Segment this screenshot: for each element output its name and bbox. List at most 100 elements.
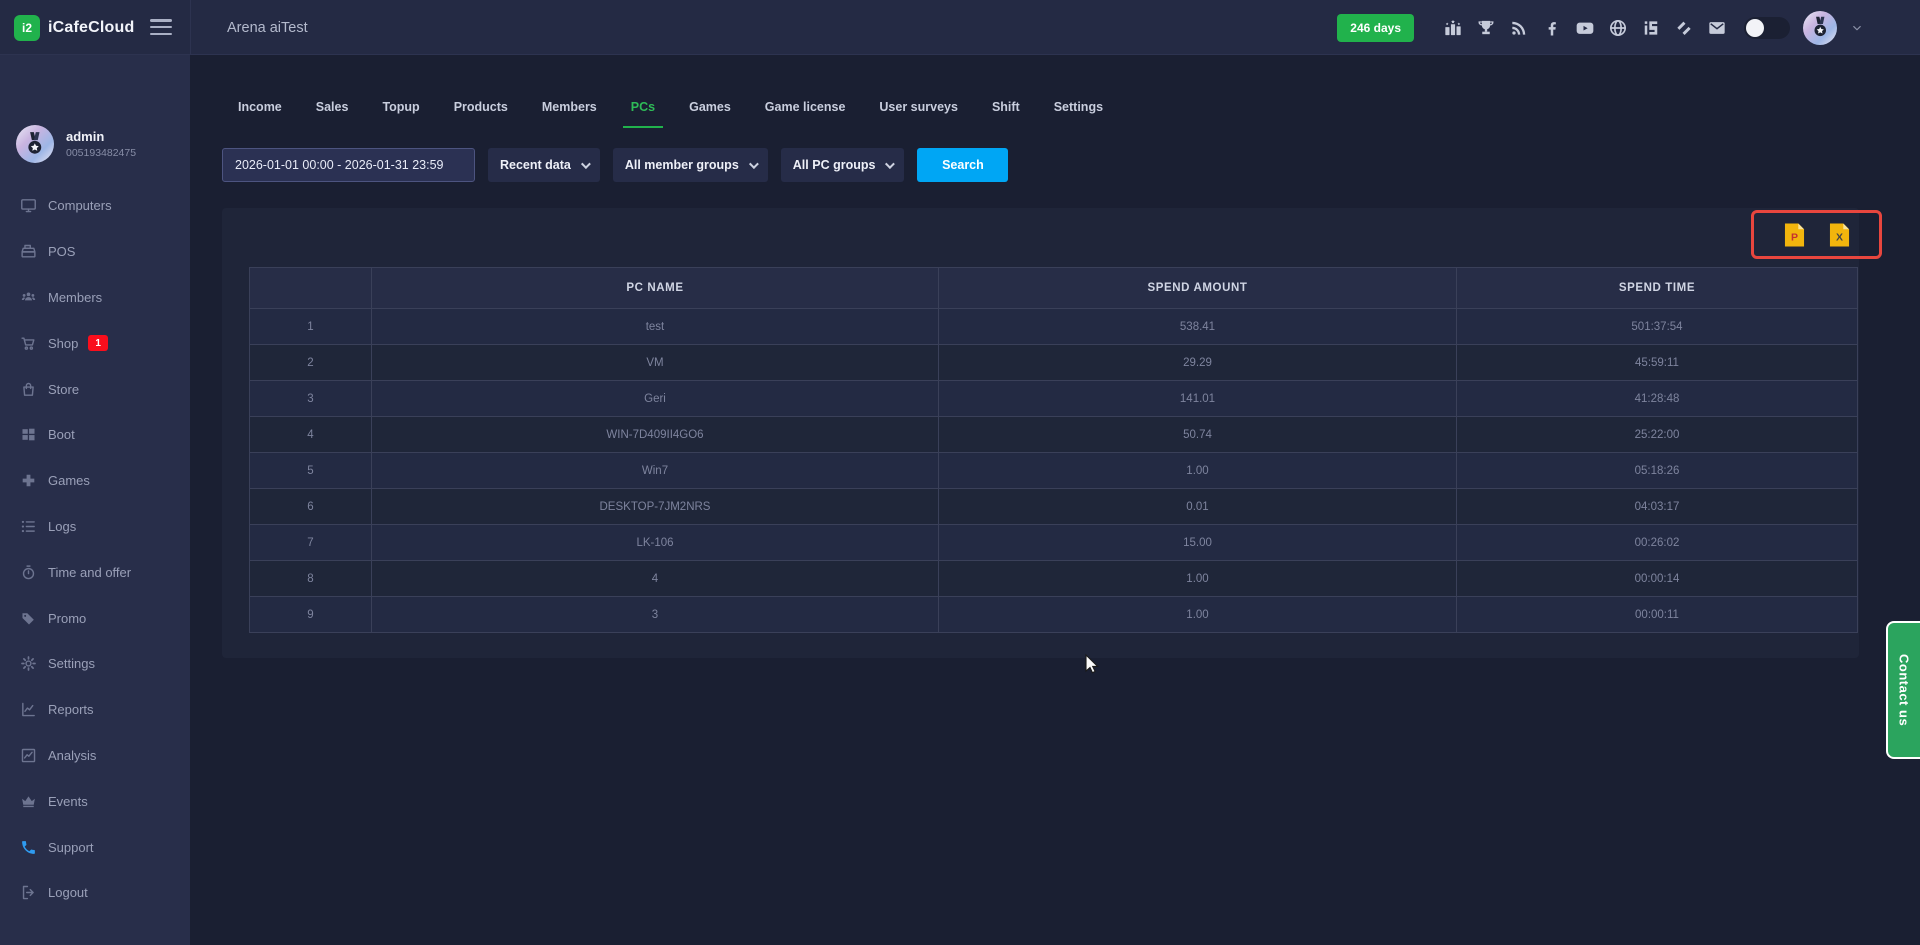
sidebar-item-label: Boot: [48, 427, 75, 442]
table-row[interactable]: 3 Geri 141.01 41:28:48: [250, 380, 1857, 416]
spend-time-cell: 501:37:54: [1456, 309, 1857, 344]
sidebar-item-events[interactable]: Events: [0, 778, 190, 824]
pc-name-cell: LK-106: [371, 525, 938, 560]
chevron-down-icon[interactable]: [1850, 21, 1864, 35]
sidebar-item-label: Time and offer: [48, 565, 131, 580]
spend-amount-cell: 141.01: [938, 381, 1456, 416]
spend-amount-cell: 29.29: [938, 345, 1456, 380]
row-number-cell: 5: [250, 453, 371, 488]
theme-toggle[interactable]: [1744, 17, 1790, 39]
ranking-icon[interactable]: [1443, 18, 1463, 38]
tab-members[interactable]: Members: [542, 86, 597, 128]
data-scope-value: Recent data: [500, 158, 571, 172]
member-group-select[interactable]: All member groups: [613, 148, 768, 182]
sidebar-item-label: Logout: [48, 885, 88, 900]
table-row[interactable]: 5 Win7 1.00 05:18:26: [250, 452, 1857, 488]
sidebar-item-label: Members: [48, 290, 102, 305]
tab-products[interactable]: Products: [454, 86, 508, 128]
table-header-cell: [250, 268, 371, 308]
facebook-icon[interactable]: [1542, 18, 1562, 38]
sidebar-item-label: Store: [48, 382, 79, 397]
avatar[interactable]: [1803, 11, 1837, 45]
table-row[interactable]: 9 3 1.00 00:00:11: [250, 596, 1857, 632]
sidebar-item-settings[interactable]: Settings: [0, 641, 190, 687]
list-icon: [20, 518, 37, 535]
table-body: 1 test 538.41 501:37:54 2 VM 29.29 45:59…: [250, 308, 1857, 632]
contact-us-button[interactable]: Contact us: [1886, 621, 1920, 759]
row-number-cell: 2: [250, 345, 371, 380]
sidebar-item-logs[interactable]: Logs: [0, 504, 190, 550]
tab-settings[interactable]: Settings: [1054, 86, 1103, 128]
svg-text:X: X: [1835, 231, 1842, 243]
sidebar-item-analysis[interactable]: Analysis: [0, 733, 190, 779]
sidebar-item-boot[interactable]: Boot: [0, 412, 190, 458]
spend-time-cell: 05:18:26: [1456, 453, 1857, 488]
sidebar-item-store[interactable]: Store: [0, 366, 190, 412]
spend-time-cell: 00:00:14: [1456, 561, 1857, 596]
spend-amount-cell: 15.00: [938, 525, 1456, 560]
youtube-icon[interactable]: [1575, 18, 1595, 38]
sidebar-item-label: Settings: [48, 656, 95, 671]
pc-name-cell: WIN-7D409II4GO6: [371, 417, 938, 452]
sidebar-item-pos[interactable]: POS: [0, 229, 190, 275]
sidebar-item-members[interactable]: Members: [0, 275, 190, 321]
members-icon: [20, 289, 37, 306]
table-row[interactable]: 6 DESKTOP-7JM2NRS 0.01 04:03:17: [250, 488, 1857, 524]
sidebar-item-shop[interactable]: Shop 1: [0, 320, 190, 366]
rss-icon[interactable]: [1509, 18, 1529, 38]
pc-group-select[interactable]: All PC groups: [781, 148, 905, 182]
search-button[interactable]: Search: [917, 148, 1008, 182]
computers-icon: [20, 197, 37, 214]
results-panel: PC NAMESPEND AMOUNTSPEND TIME 1 test 538…: [222, 208, 1859, 658]
mail-icon[interactable]: [1707, 18, 1727, 38]
tag-icon: [20, 610, 37, 627]
row-number-cell: 9: [250, 597, 371, 632]
data-scope-select[interactable]: Recent data: [488, 148, 600, 182]
windows-icon: [20, 426, 37, 443]
tab-games[interactable]: Games: [689, 86, 731, 128]
export-pdf-button[interactable]: P: [1784, 222, 1805, 248]
export-excel-button[interactable]: X: [1829, 222, 1850, 248]
table-header-cell: PC NAME: [371, 268, 938, 308]
toggle-knob: [1746, 19, 1764, 37]
table-row[interactable]: 7 LK-106 15.00 00:26:02: [250, 524, 1857, 560]
date-range-input[interactable]: 2026-01-01 00:00 - 2026-01-31 23:59: [222, 148, 475, 182]
row-number-cell: 8: [250, 561, 371, 596]
trophy-icon[interactable]: [1476, 18, 1496, 38]
store-bag-icon: [20, 381, 37, 398]
sidebar-item-label: Support: [48, 840, 94, 855]
sidebar-item-logout[interactable]: Logout: [0, 870, 190, 916]
export-highlight-box: P X: [1751, 210, 1882, 259]
sidebar-toggle-button[interactable]: [150, 19, 172, 35]
sidebar-item-label: Logs: [48, 519, 76, 534]
tab-topup[interactable]: Topup: [382, 86, 419, 128]
tab-pcs[interactable]: PCs: [631, 86, 655, 128]
tab-income[interactable]: Income: [238, 86, 282, 128]
table-row[interactable]: 8 4 1.00 00:00:14: [250, 560, 1857, 596]
icafe-mark-icon[interactable]: [1641, 18, 1661, 38]
sidebar-item-support[interactable]: Support: [0, 824, 190, 870]
subscription-days-badge[interactable]: 246 days: [1337, 14, 1414, 42]
row-number-cell: 1: [250, 309, 371, 344]
table-row[interactable]: 1 test 538.41 501:37:54: [250, 308, 1857, 344]
tab-user-surveys[interactable]: User surveys: [879, 86, 958, 128]
chevron-down-icon: [885, 159, 895, 169]
svg-text:P: P: [1790, 231, 1797, 243]
tab-shift[interactable]: Shift: [992, 86, 1020, 128]
tab-game-license[interactable]: Game license: [765, 86, 846, 128]
table-row[interactable]: 2 VM 29.29 45:59:11: [250, 344, 1857, 380]
sidebar-item-reports[interactable]: Reports: [0, 687, 190, 733]
tab-sales[interactable]: Sales: [316, 86, 349, 128]
sidebar-item-games[interactable]: Games: [0, 458, 190, 504]
user-avatar: [16, 125, 54, 163]
layers-icon[interactable]: [1674, 18, 1694, 38]
shop-cart-icon: [20, 335, 37, 352]
sidebar-item-computers[interactable]: Computers: [0, 183, 190, 229]
table-header-cell: SPEND AMOUNT: [938, 268, 1456, 308]
table-row[interactable]: 4 WIN-7D409II4GO6 50.74 25:22:00: [250, 416, 1857, 452]
sidebar-item-promo[interactable]: Promo: [0, 595, 190, 641]
row-number-cell: 3: [250, 381, 371, 416]
user-profile[interactable]: admin 005193482475: [16, 125, 136, 163]
globe-icon[interactable]: [1608, 18, 1628, 38]
sidebar-item-time-and-offer[interactable]: Time and offer: [0, 549, 190, 595]
